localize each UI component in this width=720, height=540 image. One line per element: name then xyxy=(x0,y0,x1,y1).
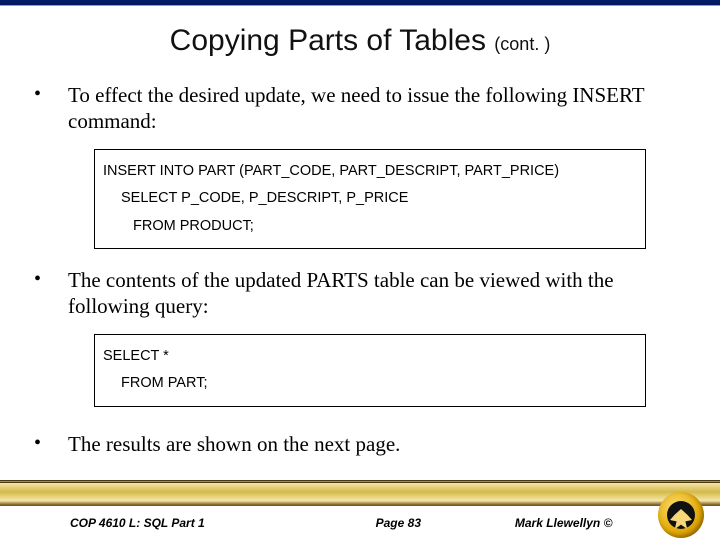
code-line: SELECT * xyxy=(103,343,637,371)
title-cont: (cont. ) xyxy=(494,34,550,54)
footer-wrap: COP 4610 L: SQL Part 1 Page 83 Mark Llew… xyxy=(0,480,720,540)
bullet-1-text: To effect the desired update, we need to… xyxy=(68,82,686,135)
slide-title: Copying Parts of Tables (cont. ) xyxy=(34,24,686,58)
bullet-marker: • xyxy=(34,431,68,456)
code-block-select: SELECT * FROM PART; xyxy=(94,334,646,407)
footer-course: COP 4610 L: SQL Part 1 xyxy=(70,516,302,530)
code-line: INSERT INTO PART (PART_CODE, PART_DESCRI… xyxy=(103,158,637,186)
code-line: SELECT P_CODE, P_DESCRIPT, P_PRICE xyxy=(103,185,637,213)
code-block-insert: INSERT INTO PART (PART_CODE, PART_DESCRI… xyxy=(94,149,646,250)
pegasus-icon xyxy=(670,509,692,529)
bullet-2: • The contents of the updated PARTS tabl… xyxy=(34,267,686,320)
ucf-pegasus-logo xyxy=(658,492,704,538)
slide-footer: COP 4610 L: SQL Part 1 Page 83 Mark Llew… xyxy=(0,506,720,540)
code-line: FROM PRODUCT; xyxy=(103,213,637,241)
code-line: FROM PART; xyxy=(103,370,637,398)
bullet-1: • To effect the desired update, we need … xyxy=(34,82,686,135)
footer-page: Page 83 xyxy=(302,516,495,530)
slide-body: Copying Parts of Tables (cont. ) • To ef… xyxy=(0,6,720,457)
bullet-marker: • xyxy=(34,82,68,107)
title-main: Copying Parts of Tables xyxy=(170,24,495,57)
bullet-3-text: The results are shown on the next page. xyxy=(68,431,400,457)
bullet-marker: • xyxy=(34,267,68,292)
bullet-2-text: The contents of the updated PARTS table … xyxy=(68,267,686,320)
bullet-3: • The results are shown on the next page… xyxy=(34,431,686,457)
gold-divider-bar xyxy=(0,480,720,506)
